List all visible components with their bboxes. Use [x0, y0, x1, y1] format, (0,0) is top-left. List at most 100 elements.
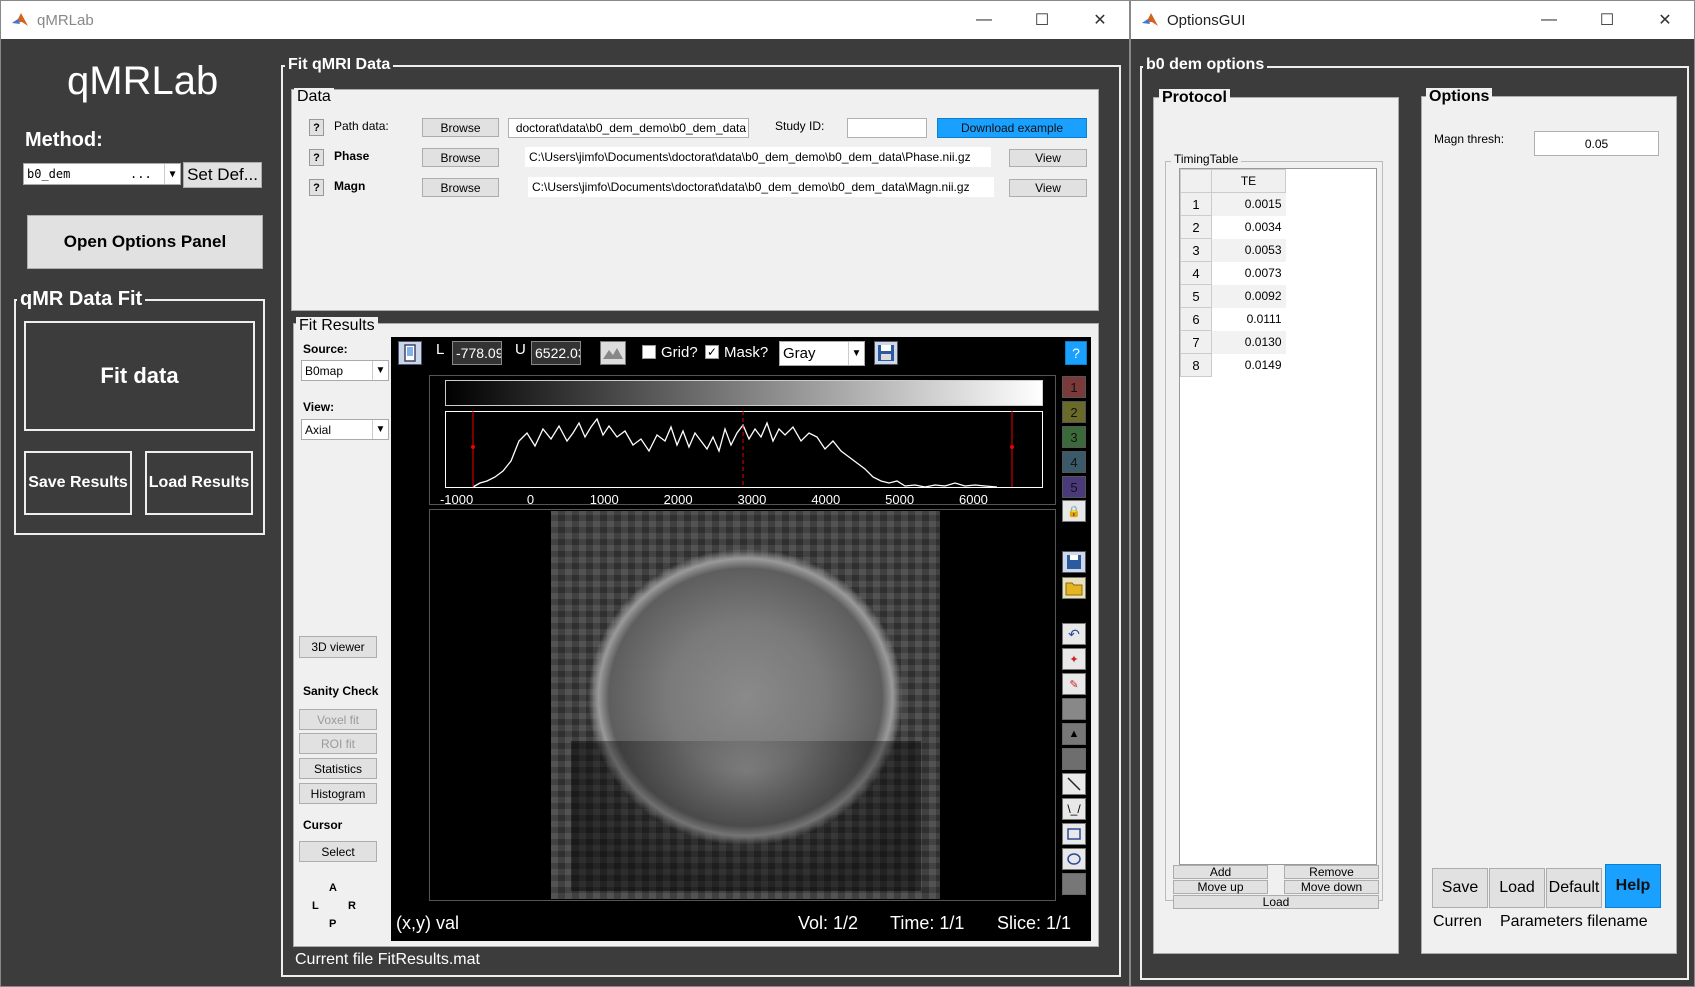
- row-index: 1: [1180, 192, 1212, 216]
- te-cell[interactable]: 0.0130: [1211, 330, 1286, 354]
- cursor-label: Cursor: [303, 818, 343, 832]
- auto-contrast-icon[interactable]: [600, 341, 626, 365]
- 3d-viewer-button[interactable]: 3D viewer: [299, 636, 377, 658]
- view-select[interactable]: Axial ▼: [301, 419, 389, 440]
- status-xy-value: (x,y) val: [396, 913, 459, 933]
- fit-data-button[interactable]: Fit data: [24, 321, 255, 431]
- smooth-icon[interactable]: [1062, 748, 1086, 770]
- te-cell[interactable]: 0.0149: [1211, 353, 1286, 377]
- histogram-button[interactable]: Histogram: [299, 783, 377, 804]
- maximize-icon[interactable]: ☐: [1578, 1, 1636, 39]
- browse-path-button[interactable]: Browse: [422, 118, 499, 137]
- fit-results-title: Fit Results: [296, 317, 378, 335]
- u-value-field[interactable]: 6522.03: [531, 341, 581, 365]
- method-select[interactable]: b0_dem ... ▼: [23, 163, 181, 185]
- save-button[interactable]: Save: [1432, 868, 1488, 908]
- move-down-button[interactable]: Move down: [1284, 880, 1379, 894]
- roi-number-button[interactable]: 2: [1062, 401, 1086, 423]
- viewer-help-button[interactable]: ?: [1065, 341, 1087, 365]
- row-index: 6: [1180, 307, 1212, 331]
- save-mask-icon[interactable]: [1062, 551, 1086, 573]
- polygon-icon[interactable]: \_/: [1062, 798, 1086, 820]
- set-default-button[interactable]: Set Def...: [183, 162, 262, 188]
- phase-path-field[interactable]: C:\Users\jimfo\Documents\doctorat\data\b…: [525, 147, 991, 167]
- ellipse-icon[interactable]: [1062, 848, 1086, 870]
- view-phase-button[interactable]: View: [1009, 149, 1087, 167]
- row-index: 7: [1180, 330, 1212, 354]
- qmrlab-window: qMRLab — ☐ ✕ qMRLab Method: b0_dem ... ▼…: [0, 0, 1130, 987]
- region-grow-icon[interactable]: ▲: [1062, 723, 1086, 745]
- roi-number-button[interactable]: 1: [1062, 376, 1086, 398]
- line-icon[interactable]: [1062, 773, 1086, 795]
- mri-shading: [571, 741, 921, 891]
- roi-number-button[interactable]: 3: [1062, 426, 1086, 448]
- open-options-panel-button[interactable]: Open Options Panel: [27, 215, 263, 269]
- te-cell[interactable]: 0.0092: [1211, 284, 1286, 308]
- magn-thresh-field[interactable]: 0.05: [1534, 131, 1659, 156]
- source-select[interactable]: B0map ▼: [301, 360, 389, 381]
- phase-help-button[interactable]: ?: [309, 149, 324, 166]
- study-id-field[interactable]: [847, 118, 927, 138]
- close-icon[interactable]: ✕: [1071, 1, 1129, 39]
- table-row: 3 0.0053: [1180, 238, 1286, 262]
- magn-path-field[interactable]: C:\Users\jimfo\Documents\doctorat\data\b…: [528, 177, 994, 197]
- close-icon[interactable]: ✕: [1636, 1, 1694, 39]
- voxel-fit-button[interactable]: Voxel fit: [299, 709, 377, 730]
- magn-label: Magn: [334, 179, 366, 193]
- row-index: 4: [1180, 261, 1212, 285]
- roi-fit-button[interactable]: ROI fit: [299, 733, 377, 754]
- parameters-filename: Parameters filename: [1500, 913, 1648, 930]
- timing-table-label: TimingTable: [1171, 152, 1242, 166]
- lock-icon[interactable]: 🔒: [1062, 500, 1086, 522]
- roi-number-button[interactable]: 4: [1062, 451, 1086, 473]
- load-results-button[interactable]: Load Results: [145, 451, 253, 515]
- brush-icon[interactable]: ✦: [1062, 648, 1086, 670]
- minimize-icon[interactable]: —: [955, 1, 1013, 39]
- te-cell[interactable]: 0.0034: [1211, 215, 1286, 239]
- method-ellipsis: ...: [130, 167, 152, 181]
- l-value-field[interactable]: -778.09: [452, 341, 502, 365]
- add-row-button[interactable]: Add: [1173, 865, 1268, 879]
- chevron-down-icon: ▼: [372, 420, 388, 439]
- remove-row-button[interactable]: Remove: [1284, 865, 1379, 879]
- default-button[interactable]: Default: [1546, 868, 1602, 908]
- row-index: 3: [1180, 238, 1212, 262]
- move-up-button[interactable]: Move up: [1173, 880, 1268, 894]
- maximize-icon[interactable]: ☐: [1013, 1, 1071, 39]
- save-results-button[interactable]: Save Results: [24, 451, 132, 515]
- browse-phase-button[interactable]: Browse: [422, 148, 499, 167]
- path-help-button[interactable]: ?: [309, 119, 324, 136]
- load-protocol-button[interactable]: Load: [1173, 895, 1379, 909]
- te-column-header[interactable]: TE: [1211, 169, 1286, 193]
- orient-l: L: [312, 900, 319, 912]
- roi-number-button[interactable]: 5: [1062, 476, 1086, 498]
- view-magn-button[interactable]: View: [1009, 179, 1087, 197]
- help-button[interactable]: Help: [1605, 864, 1661, 908]
- fill-icon[interactable]: [1062, 698, 1086, 720]
- magn-help-button[interactable]: ?: [309, 179, 324, 196]
- contrast-icon[interactable]: [398, 341, 422, 365]
- folder-icon[interactable]: [1062, 577, 1086, 599]
- colorbar: [445, 380, 1043, 406]
- grid-checkbox[interactable]: [642, 345, 656, 359]
- download-example-button[interactable]: Download example: [937, 118, 1087, 138]
- load-button[interactable]: Load: [1489, 868, 1545, 908]
- stamp-icon[interactable]: [1062, 873, 1086, 895]
- mask-checkbox[interactable]: ✓: [705, 345, 719, 359]
- row-index: 5: [1180, 284, 1212, 308]
- browse-magn-button[interactable]: Browse: [422, 178, 499, 197]
- minimize-icon[interactable]: —: [1520, 1, 1578, 39]
- te-cell[interactable]: 0.0111: [1211, 307, 1286, 331]
- select-cursor-button[interactable]: Select: [299, 841, 377, 862]
- sanity-check-label: Sanity Check: [303, 684, 379, 698]
- statistics-button[interactable]: Statistics: [299, 758, 377, 779]
- te-cell[interactable]: 0.0053: [1211, 238, 1286, 262]
- undo-icon[interactable]: ↶: [1062, 623, 1086, 645]
- colormap-select[interactable]: Gray ▼: [779, 341, 865, 366]
- save-image-icon[interactable]: [874, 341, 898, 365]
- rectangle-icon[interactable]: [1062, 823, 1086, 845]
- te-cell[interactable]: 0.0073: [1211, 261, 1286, 285]
- te-cell[interactable]: 0.0015: [1211, 192, 1286, 216]
- path-data-field[interactable]: doctorat\data\b0_dem_demo\b0_dem_data: [508, 118, 749, 138]
- eraser-icon[interactable]: ✎: [1062, 673, 1086, 695]
